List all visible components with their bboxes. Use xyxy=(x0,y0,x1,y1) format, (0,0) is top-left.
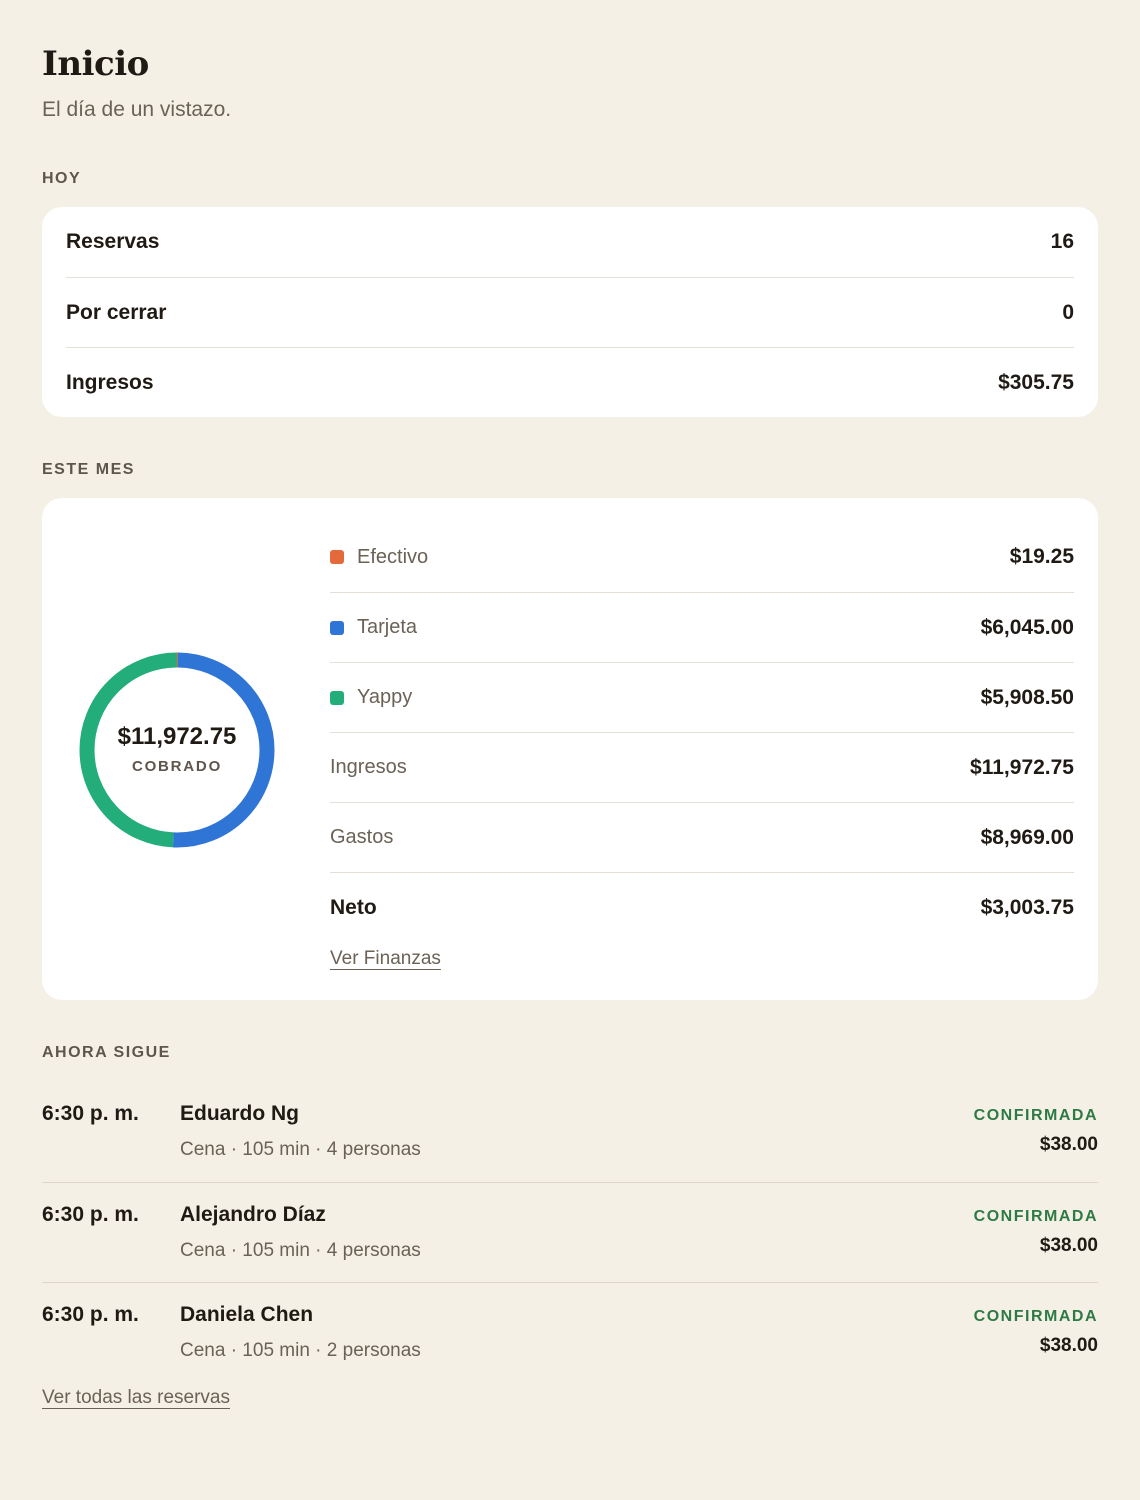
today-row-value: $305.75 xyxy=(998,371,1074,394)
booking-guest-name: Alejandro Díaz xyxy=(180,1203,326,1226)
fin-label-text: Efectivo xyxy=(357,545,429,568)
booking-guest-name: Daniela Chen xyxy=(180,1303,314,1326)
booking-status-badge: CONFIRMADA xyxy=(973,1208,1098,1225)
booking-time: 6:30 p. m. xyxy=(42,1203,139,1226)
booking-amount: $38.00 xyxy=(1039,1134,1098,1155)
booking-time: 6:30 p. m. xyxy=(42,1102,139,1125)
booking-row[interactable]: 6:30 p. m. Daniela Chen Cena · 105 min ·… xyxy=(42,1282,1098,1383)
fin-label: Tarjeta xyxy=(330,616,417,639)
today-row-value: 16 xyxy=(1050,230,1074,253)
booking-guest-name: Eduardo Ng xyxy=(180,1102,299,1125)
legend-swatch-yappy xyxy=(330,690,344,705)
section-label-today: HOY xyxy=(42,170,82,187)
fin-row-gastos: Gastos $8,969.00 xyxy=(330,802,1074,872)
today-row-reservas: Reservas 16 xyxy=(66,207,1074,277)
booking-amount: $38.00 xyxy=(1039,1235,1098,1256)
fin-value: $3,003.75 xyxy=(980,895,1074,919)
month-finance-card: $11,972.75 COBRADO Efectivo $19.25 Tarje… xyxy=(42,498,1098,1000)
page-title: Inicio xyxy=(42,44,149,84)
donut-center: $11,972.75 COBRADO xyxy=(78,651,276,849)
fin-row-efectivo: Efectivo $19.25 xyxy=(330,522,1074,592)
fin-label: Yappy xyxy=(330,686,412,709)
booking-details: Cena · 105 min · 4 personas xyxy=(180,1139,421,1160)
fin-value: $11,972.75 xyxy=(970,755,1074,779)
fin-label: Ingresos xyxy=(330,756,407,778)
booking-row[interactable]: 6:30 p. m. Alejandro Díaz Cena · 105 min… xyxy=(42,1182,1098,1283)
fin-value: $8,969.00 xyxy=(980,825,1074,849)
donut-caption: COBRADO xyxy=(131,757,223,775)
booking-status-badge: CONFIRMADA xyxy=(973,1308,1098,1325)
fin-value: $5,908.50 xyxy=(980,685,1074,709)
today-row-label: Reservas xyxy=(66,230,160,253)
page-subtitle: El día de un vistazo. xyxy=(42,98,232,121)
fin-row-yappy: Yappy $5,908.50 xyxy=(330,662,1074,732)
booking-time: 6:30 p. m. xyxy=(42,1303,139,1326)
fin-row-tarjeta: Tarjeta $6,045.00 xyxy=(330,592,1074,662)
fin-label: Neto xyxy=(330,895,377,919)
legend-swatch-tarjeta xyxy=(330,620,344,635)
today-row-value: 0 xyxy=(1062,301,1074,324)
section-label-upcoming: AHORA SIGUE xyxy=(42,1044,171,1061)
fin-label-text: Yappy xyxy=(357,686,413,708)
fin-label: Gastos xyxy=(330,826,394,848)
today-row-label: Ingresos xyxy=(66,371,154,394)
today-row-ingresos: Ingresos $305.75 xyxy=(66,347,1074,418)
today-row-label: Por cerrar xyxy=(66,301,167,324)
section-label-month: ESTE MES xyxy=(42,461,135,478)
legend-swatch-efectivo xyxy=(330,550,344,564)
booking-details: Cena · 105 min · 4 personas xyxy=(180,1240,421,1261)
today-row-por-cerrar: Por cerrar 0 xyxy=(66,277,1074,348)
fin-row-ingresos: Ingresos $11,972.75 xyxy=(330,732,1074,802)
fin-label-text: Tarjeta xyxy=(357,616,418,638)
view-all-bookings-link[interactable]: Ver todas las reservas xyxy=(42,1387,230,1409)
fin-label: Efectivo xyxy=(330,546,428,569)
finance-list: Efectivo $19.25 Tarjeta $6,045.00 Yappy … xyxy=(330,522,1074,942)
booking-status-badge: CONFIRMADA xyxy=(973,1107,1098,1124)
today-summary-card: Reservas 16 Por cerrar 0 Ingresos $305.7… xyxy=(42,207,1098,417)
view-finances-link[interactable]: Ver Finanzas xyxy=(330,948,441,970)
fin-value: $6,045.00 xyxy=(980,615,1074,639)
booking-row[interactable]: 6:30 p. m. Eduardo Ng Cena · 105 min · 4… xyxy=(42,1082,1098,1182)
fin-row-neto: Neto $3,003.75 xyxy=(330,872,1074,942)
booking-details: Cena · 105 min · 2 personas xyxy=(180,1340,421,1361)
donut-total: $11,972.75 xyxy=(117,722,237,750)
payment-donut-chart: $11,972.75 COBRADO xyxy=(78,651,276,849)
fin-value: $19.25 xyxy=(1009,545,1074,568)
booking-amount: $38.00 xyxy=(1039,1335,1098,1356)
